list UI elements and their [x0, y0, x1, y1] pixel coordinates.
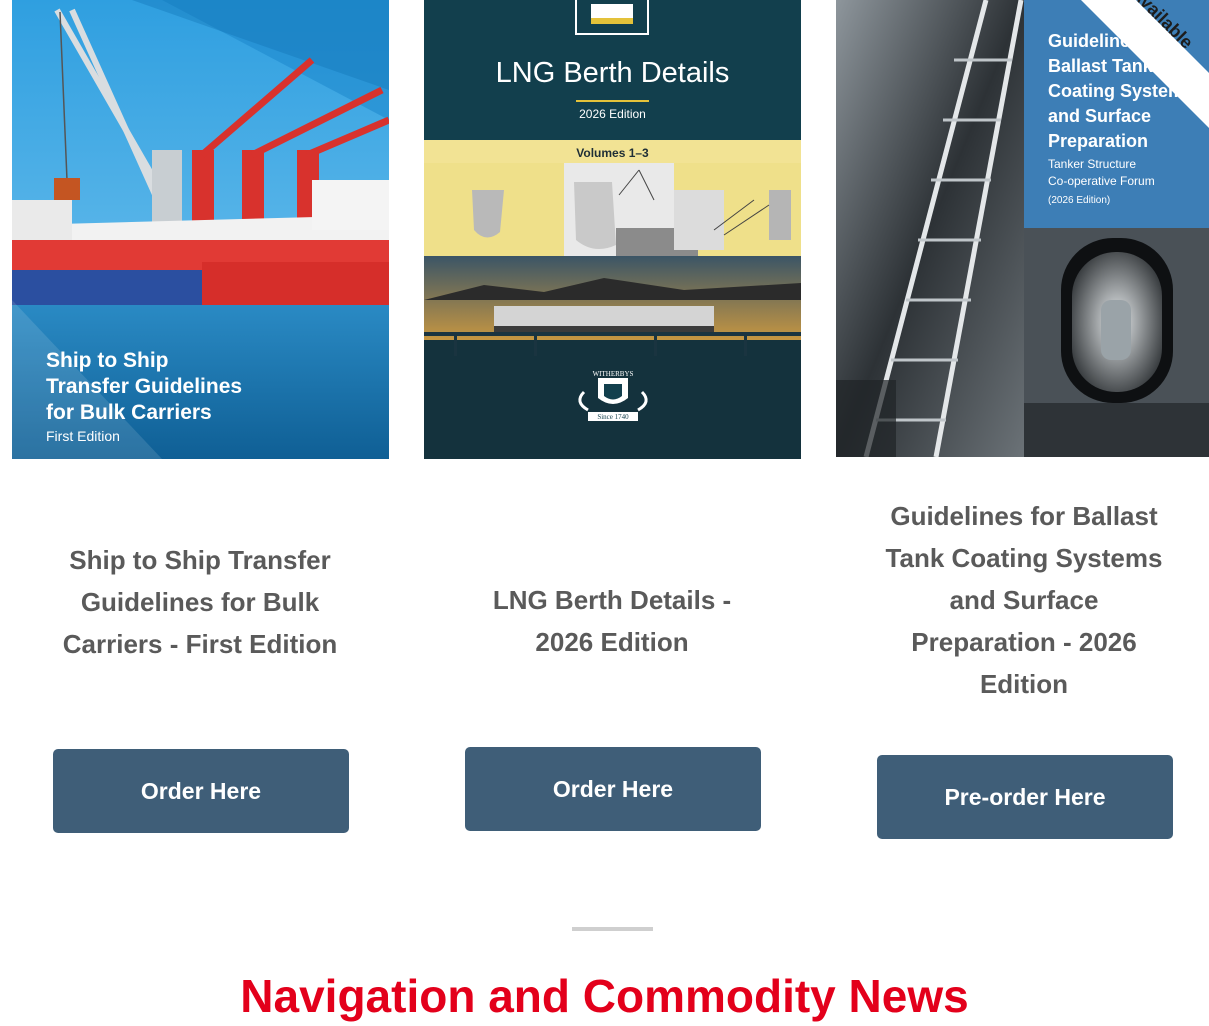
cover-art-ballast-tank: Available Guidelines Ballast Tank Coatin… — [836, 0, 1209, 457]
cover-title: LNG Berth Details — [496, 57, 730, 89]
cover-art-bulk-carrier: Ship to Ship Transfer Guidelines for Bul… — [12, 0, 389, 459]
cover-line-2: Ballast Tank — [1048, 56, 1154, 76]
cover-org-2: Co-operative Forum — [1048, 174, 1155, 188]
section-heading: Navigation and Commodity News — [240, 970, 969, 1022]
cover-edition: 2026 Edition — [579, 107, 646, 121]
section-divider — [572, 927, 653, 931]
cover-line-3: Coating Systems — [1048, 81, 1194, 101]
cover-publisher: WITHERBYS — [593, 370, 634, 378]
cover-volumes: Volumes 1–3 — [576, 146, 649, 160]
cover-line-1: Guidelines — [1048, 31, 1140, 51]
cover-line-4: and Surface — [1048, 106, 1151, 126]
preorder-button-ballast-tank[interactable]: Pre-order Here — [877, 755, 1173, 839]
cover-line-2: Transfer Guidelines — [46, 375, 242, 398]
product-title-lng-berth[interactable]: LNG Berth Details - 2026 Edition — [477, 579, 747, 663]
book-cover-lng-berth[interactable]: LNG Berth Details 2026 Edition Volumes 1… — [424, 0, 801, 459]
order-button-ship-to-ship[interactable]: Order Here — [53, 749, 349, 833]
book-cover-ballast-tank[interactable]: Available Guidelines Ballast Tank Coatin… — [836, 0, 1209, 457]
product-title-ballast-tank[interactable]: Guidelines for Ballast Tank Coating Syst… — [874, 495, 1174, 705]
cover-line-3: for Bulk Carriers — [46, 401, 212, 424]
book-cover-ship-to-ship[interactable]: Ship to Ship Transfer Guidelines for Bul… — [12, 0, 389, 459]
cover-line-5: Preparation — [1048, 131, 1148, 151]
cover-org-1: Tanker Structure — [1048, 157, 1136, 171]
order-button-lng-berth[interactable]: Order Here — [465, 747, 761, 831]
cover-since: Since 1740 — [597, 413, 629, 421]
cover-art-lng: LNG Berth Details 2026 Edition Volumes 1… — [424, 0, 801, 459]
cover-edition: (2026 Edition) — [1048, 195, 1110, 206]
cover-edition: First Edition — [46, 428, 120, 444]
product-title-ship-to-ship[interactable]: Ship to Ship Transfer Guidelines for Bul… — [50, 539, 350, 665]
cover-line-1: Ship to Ship — [46, 349, 168, 372]
